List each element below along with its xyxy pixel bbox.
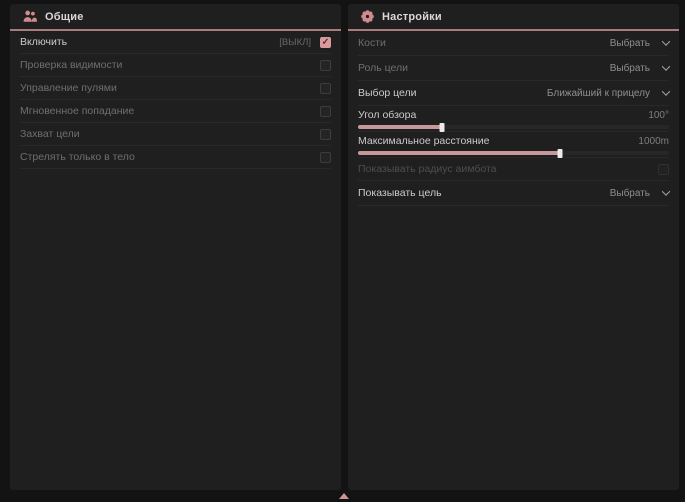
- slider-fill: [358, 125, 442, 129]
- settings-row: Включить [ВЫКЛ] ✓: [20, 31, 331, 54]
- dropdown[interactable]: Выбрать: [610, 63, 669, 74]
- settings-row: Выбор цели Ближайший к прицелу: [358, 81, 669, 106]
- row-label: Проверка видимости: [20, 59, 122, 71]
- settings-row: Показывать радиус аимбота: [358, 158, 669, 181]
- row-control: [658, 164, 669, 175]
- collapse-arrow-up-icon[interactable]: [339, 493, 349, 499]
- panel-title: Общие: [45, 11, 84, 23]
- row-control: [320, 129, 331, 140]
- row-label: Показывать радиус аимбота: [358, 163, 497, 175]
- users-icon: [23, 10, 37, 23]
- slider-handle[interactable]: [558, 149, 563, 158]
- slider-fill: [358, 151, 560, 155]
- dropdown[interactable]: Выбрать: [610, 38, 669, 49]
- checkbox[interactable]: [320, 83, 331, 94]
- chevron-down-icon: [662, 87, 670, 95]
- slider-handle[interactable]: [439, 123, 444, 132]
- chevron-down-icon: [662, 37, 670, 45]
- row-label: Включить: [20, 36, 67, 48]
- row-label: Мгновенное попадание: [20, 105, 134, 117]
- settings-row: Мгновенное попадание: [20, 100, 331, 123]
- settings-row: Показывать цель Выбрать: [358, 181, 669, 206]
- settings-row: Кости Выбрать: [358, 31, 669, 56]
- row-label: Кости: [358, 37, 386, 49]
- general-rows: Включить [ВЫКЛ] ✓ Проверка видимости Управле…: [10, 31, 341, 169]
- settings-row: Управление пулями: [20, 77, 331, 100]
- state-suffix: [ВЫКЛ]: [279, 37, 311, 48]
- checkbox[interactable]: [658, 164, 669, 175]
- dropdown-value: Выбрать: [610, 38, 650, 49]
- row-control: [320, 60, 331, 71]
- panel-settings: Настройки Кости Выбрать Роль цели Выбрать Вы…: [348, 4, 679, 490]
- settings-row: Проверка видимости: [20, 54, 331, 77]
- chevron-down-icon: [662, 62, 670, 70]
- dropdown-value: Ближайший к прицелу: [547, 88, 650, 99]
- row-label: Показывать цель: [358, 187, 442, 199]
- checkbox[interactable]: [320, 106, 331, 117]
- row-control: Ближайший к прицелу: [547, 88, 669, 99]
- settings-row: Стрелять только в тело: [20, 146, 331, 169]
- checkbox[interactable]: ✓: [320, 37, 331, 48]
- panel-general: Общие Включить [ВЫКЛ] ✓ Проверка видимости У…: [10, 4, 341, 490]
- chevron-down-icon: [662, 187, 670, 195]
- panel-title: Настройки: [382, 11, 442, 23]
- row-control: [320, 83, 331, 94]
- row-control: Выбрать: [610, 188, 669, 199]
- slider-value: 100°: [648, 110, 669, 121]
- checkbox[interactable]: [320, 152, 331, 163]
- panel-general-header: Общие: [10, 4, 341, 31]
- dropdown-value: Выбрать: [610, 188, 650, 199]
- checkbox[interactable]: [320, 129, 331, 140]
- checkmark-icon: ✓: [322, 37, 330, 46]
- row-control: Выбрать: [610, 38, 669, 49]
- row-label: Захват цели: [20, 128, 80, 140]
- dropdown[interactable]: Ближайший к прицелу: [547, 88, 669, 99]
- row-label: Управление пулями: [20, 82, 117, 94]
- row-control: [ВЫКЛ] ✓: [279, 37, 331, 48]
- row-control: [320, 152, 331, 163]
- dropdown[interactable]: Выбрать: [610, 188, 669, 199]
- row-label: Угол обзора: [358, 109, 416, 121]
- panel-settings-header: Настройки: [348, 4, 679, 31]
- settings-row: Угол обзора 100°: [358, 106, 669, 132]
- slider-track[interactable]: [358, 125, 669, 129]
- slider-label-row: Максимальное расстояние 1000m: [358, 134, 669, 148]
- row-control: Выбрать: [610, 63, 669, 74]
- row-label: Роль цели: [358, 62, 408, 74]
- dropdown-value: Выбрать: [610, 63, 650, 74]
- settings-row: Захват цели: [20, 123, 331, 146]
- settings-row: Максимальное расстояние 1000m: [358, 132, 669, 158]
- slider-label-row: Угол обзора 100°: [358, 108, 669, 122]
- row-label: Выбор цели: [358, 87, 417, 99]
- gear-icon: [361, 10, 374, 23]
- slider-track[interactable]: [358, 151, 669, 155]
- checkbox[interactable]: [320, 60, 331, 71]
- row-control: [320, 106, 331, 117]
- settings-rows: Кости Выбрать Роль цели Выбрать Выбор цели Бл…: [348, 31, 679, 206]
- row-label: Максимальное расстояние: [358, 135, 489, 147]
- row-label: Стрелять только в тело: [20, 151, 135, 163]
- settings-row: Роль цели Выбрать: [358, 56, 669, 81]
- slider-value: 1000m: [638, 136, 669, 147]
